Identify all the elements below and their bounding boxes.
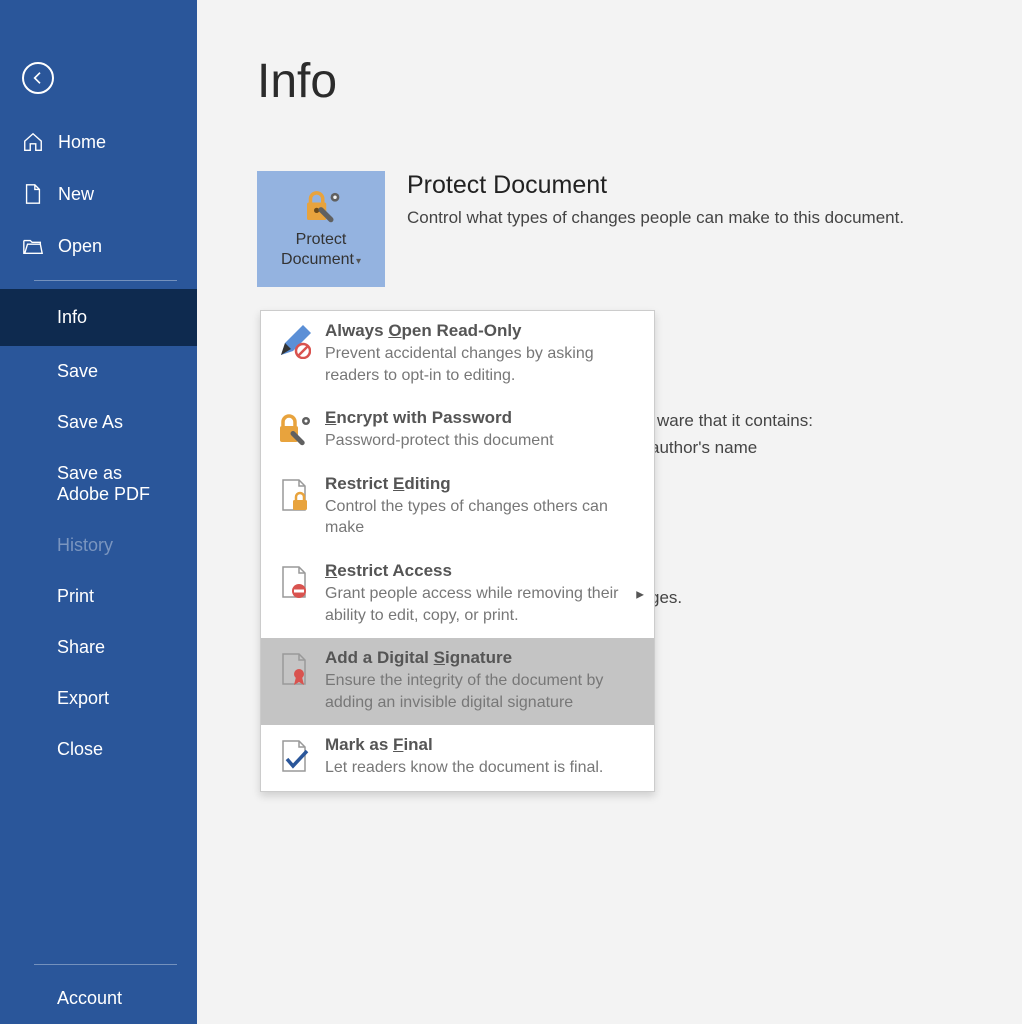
section-desc: Control what types of changes people can… — [407, 208, 904, 228]
sidebar-item-label: Export — [57, 688, 109, 709]
menu-item-title: Restrict Editing — [325, 474, 638, 494]
doc-restrict-icon — [277, 565, 311, 599]
menu-item-desc: Ensure the integrity of the document by … — [325, 670, 638, 713]
protect-document-row: Protect Document▾ Protect Document Contr… — [257, 171, 1022, 287]
sidebar-item-history: History — [0, 520, 197, 571]
menu-item-digital-signature[interactable]: Add a Digital Signature Ensure the integ… — [261, 638, 654, 725]
tile-label: Protect Document▾ — [281, 230, 361, 270]
doc-lock-icon — [277, 478, 311, 512]
sidebar-item-label: Info — [57, 307, 87, 328]
menu-item-title: Mark as Final — [325, 735, 638, 755]
background-text: author's name — [650, 438, 757, 458]
menu-item-restrict-editing[interactable]: Restrict Editing Control the types of ch… — [261, 464, 654, 551]
backstage-sidebar: Home New Open Info Save Save As Save as … — [0, 0, 197, 1024]
sidebar-item-account[interactable]: Account — [0, 973, 197, 1024]
home-icon — [22, 131, 44, 153]
menu-item-desc: Control the types of changes others can … — [325, 496, 638, 539]
sidebar-item-label: Save as Adobe PDF — [57, 463, 175, 505]
protect-document-button[interactable]: Protect Document▾ — [257, 171, 385, 287]
menu-item-mark-final[interactable]: Mark as Final Let readers know the docum… — [261, 725, 654, 791]
sidebar-item-save-adobe[interactable]: Save as Adobe PDF — [0, 448, 197, 520]
sidebar-item-label: Account — [57, 988, 122, 1009]
sidebar-divider — [34, 280, 177, 281]
sidebar-item-new[interactable]: New — [0, 168, 197, 220]
protect-document-menu: Always Open Read-Only Prevent accidental… — [260, 310, 655, 792]
menu-item-encrypt[interactable]: Encrypt with Password Password-protect t… — [261, 398, 654, 464]
sidebar-item-print[interactable]: Print — [0, 571, 197, 622]
sidebar-divider — [34, 964, 177, 965]
page-title: Info — [257, 54, 1022, 109]
doc-ribbon-icon — [277, 652, 311, 686]
sidebar-item-save[interactable]: Save — [0, 346, 197, 397]
sidebar-item-close[interactable]: Close — [0, 724, 197, 775]
arrow-left-icon — [30, 70, 46, 86]
sidebar-item-label: Close — [57, 739, 103, 760]
sidebar-item-info[interactable]: Info — [0, 289, 197, 346]
sidebar-item-label: Share — [57, 637, 105, 658]
lock-key-icon — [277, 412, 311, 446]
submenu-arrow-icon: ▶ — [636, 589, 644, 600]
folder-open-icon — [22, 235, 44, 257]
sidebar-item-label: New — [58, 184, 94, 205]
menu-item-read-only[interactable]: Always Open Read-Only Prevent accidental… — [261, 311, 654, 398]
sidebar-item-label: History — [57, 535, 113, 556]
menu-item-restrict-access[interactable]: Restrict Access Grant people access whil… — [261, 551, 654, 638]
lock-key-icon — [300, 188, 342, 224]
new-doc-icon — [22, 183, 44, 205]
protect-document-info: Protect Document Control what types of c… — [407, 171, 904, 228]
menu-item-title: Encrypt with Password — [325, 408, 638, 428]
sidebar-item-home[interactable]: Home — [0, 116, 197, 168]
menu-item-title: Restrict Access — [325, 561, 638, 581]
menu-item-title: Add a Digital Signature — [325, 648, 638, 668]
sidebar-item-export[interactable]: Export — [0, 673, 197, 724]
sidebar-item-label: Print — [57, 586, 94, 607]
sidebar-item-label: Save As — [57, 412, 123, 433]
section-title: Protect Document — [407, 171, 904, 200]
menu-item-title: Always Open Read-Only — [325, 321, 638, 341]
sidebar-item-save-as[interactable]: Save As — [0, 397, 197, 448]
menu-item-desc: Password-protect this document — [325, 430, 638, 452]
back-button[interactable] — [22, 62, 54, 94]
background-text: ware that it contains: — [657, 411, 813, 431]
menu-item-desc: Grant people access while removing their… — [325, 583, 638, 626]
doc-check-icon — [277, 739, 311, 773]
sidebar-item-share[interactable]: Share — [0, 622, 197, 673]
menu-item-desc: Prevent accidental changes by asking rea… — [325, 343, 638, 386]
sidebar-item-label: Save — [57, 361, 98, 382]
pencil-readonly-icon — [277, 325, 311, 359]
sidebar-item-label: Open — [58, 236, 102, 257]
sidebar-item-open[interactable]: Open — [0, 220, 197, 272]
menu-item-desc: Let readers know the document is final. — [325, 757, 638, 779]
sidebar-item-label: Home — [58, 132, 106, 153]
